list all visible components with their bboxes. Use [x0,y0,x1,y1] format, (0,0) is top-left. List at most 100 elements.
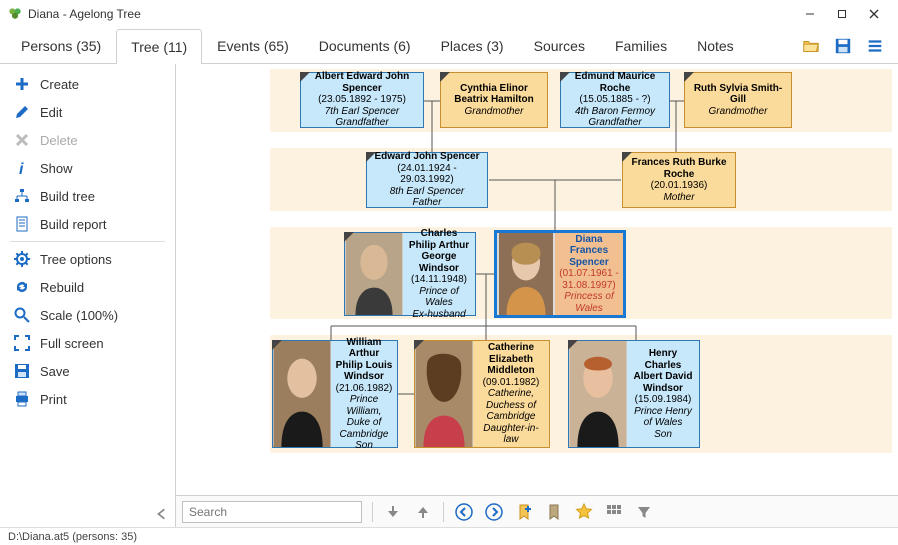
statusbar: D:\Diana.at5 (persons: 35) [0,527,898,545]
sidebar-item-tree-options[interactable]: Tree options [0,245,175,273]
sidebar-label: Full screen [40,336,104,351]
sidebar-item-build-report[interactable]: Build report [0,210,175,238]
person-relation: Son [631,429,695,441]
bookmark-add-icon[interactable] [514,502,534,522]
person-card[interactable]: Edmund Maurice Roche (15.05.1885 - ?) 4t… [560,72,670,128]
person-relation: Father [371,197,483,209]
sidebar-item-save[interactable]: Save [0,357,175,385]
person-relation: Grandmother [445,106,543,118]
person-name: Henry Charles Albert David Windsor [631,348,695,394]
person-dates: (21.06.1982) [335,383,393,395]
person-card[interactable]: Ruth Sylvia Smith-Gill Grandmother [684,72,792,128]
person-role: Prince of Wales [407,286,471,309]
titlebar: Diana - Agelong Tree [0,0,898,28]
sidebar-item-full-screen[interactable]: Full screen [0,329,175,357]
tab-families[interactable]: Families [600,28,682,63]
person-dates: (09.01.1982) [477,377,545,389]
minimize-button[interactable] [794,3,826,25]
sidebar-item-print[interactable]: Print [0,385,175,413]
filter-icon[interactable] [634,502,654,522]
person-relation: Mother [627,192,731,204]
sidebar-item-create[interactable]: Create [0,70,175,98]
tab-documents[interactable]: Documents (6) [304,28,426,63]
nav-back-icon[interactable] [454,502,474,522]
arrow-down-icon[interactable] [383,502,403,522]
grid-icon[interactable] [604,502,624,522]
star-icon[interactable] [574,502,594,522]
sidebar-label: Edit [40,105,62,120]
sidebar-item-scale[interactable]: Scale (100%) [0,301,175,329]
sidebar-item-rebuild[interactable]: Rebuild [0,273,175,301]
person-card[interactable]: Henry Charles Albert David Windsor (15.0… [568,340,700,448]
sidebar-item-edit[interactable]: Edit [0,98,175,126]
maximize-button[interactable] [826,3,858,25]
person-name: Edmund Maurice Roche [565,71,665,94]
person-relation: Grandmother [689,106,787,118]
bottom-toolbar [176,495,898,527]
app-icon [8,7,22,21]
status-text: D:\Diana.at5 (persons: 35) [8,531,137,543]
bookmark-icon[interactable] [544,502,564,522]
print-icon [14,391,30,407]
person-name: Frances Ruth Burke Roche [627,157,731,180]
person-role: 4th Baron Fermoy [565,106,665,118]
person-card[interactable]: Frances Ruth Burke Roche (20.01.1936) Mo… [622,152,736,208]
person-card[interactable]: Charles Philip Arthur George Windsor (14… [344,232,476,316]
tab-sources[interactable]: Sources [519,28,600,63]
fullscreen-icon [14,335,30,351]
person-card-focal[interactable]: Diana Frances Spencer (01.07.1961 - 31.0… [494,230,626,318]
person-card[interactable]: William Arthur Philip Louis Windsor (21.… [272,340,398,448]
save-icon [14,363,30,379]
tree-canvas[interactable]: Albert Edward John Spencer (23.05.1892 -… [176,64,898,527]
x-icon [14,132,30,148]
collapse-sidebar-icon[interactable] [155,507,169,521]
open-folder-icon[interactable] [802,37,820,55]
window-title: Diana - Agelong Tree [28,7,794,21]
person-role: Princess of Wales [559,291,619,314]
person-role: Catherine, Duchess of Cambridge [477,388,545,423]
sidebar-label: Build tree [40,189,95,204]
person-role: Prince William, Duke of Cambridge [335,394,393,440]
person-card[interactable]: Cynthia Elinor Beatrix Hamilton Grandmot… [440,72,548,128]
sidebar-label: Scale (100%) [40,308,118,323]
menu-icon[interactable] [866,37,884,55]
nav-forward-icon[interactable] [484,502,504,522]
person-name: Charles Philip Arthur George Windsor [407,228,471,274]
person-relation: Son [335,440,393,452]
arrow-up-icon[interactable] [413,502,433,522]
person-name: Albert Edward John Spencer [305,71,419,94]
person-name: Diana Frances Spencer [559,234,619,269]
sidebar-label: Rebuild [40,280,84,295]
person-card[interactable]: Albert Edward John Spencer (23.05.1892 -… [300,72,424,128]
pencil-icon [14,104,30,120]
person-name: Edward John Spencer [371,151,483,163]
tab-events[interactable]: Events (65) [202,28,304,63]
sidebar-label: Save [40,364,70,379]
person-relation: Daughter-in-law [477,423,545,446]
sidebar: Create Edit Delete i Show Build tree Bui… [0,64,176,527]
sidebar-item-show[interactable]: i Show [0,154,175,182]
gear-icon [14,251,30,267]
tab-places[interactable]: Places (3) [426,28,519,63]
person-name: Ruth Sylvia Smith-Gill [689,83,787,106]
sidebar-label: Build report [40,217,106,232]
tab-tree[interactable]: Tree (11) [116,29,202,64]
tab-persons[interactable]: Persons (35) [6,28,116,63]
person-role: 8th Earl Spencer [371,186,483,198]
person-role: 7th Earl Spencer [305,106,419,118]
close-button[interactable] [858,3,890,25]
sidebar-label: Delete [40,133,78,148]
sidebar-item-build-tree[interactable]: Build tree [0,182,175,210]
person-card[interactable]: Edward John Spencer (24.01.1924 - 29.03.… [366,152,488,208]
save-icon[interactable] [834,37,852,55]
tab-notes[interactable]: Notes [682,28,749,63]
person-card[interactable]: Catherine Elizabeth Middleton (09.01.198… [414,340,550,448]
person-dates: (01.07.1961 - 31.08.1997) [559,268,619,291]
person-name: Catherine Elizabeth Middleton [477,342,545,377]
person-role: Prince Henry of Wales [631,406,695,429]
search-input[interactable] [182,501,362,523]
magnifier-icon [14,307,30,323]
person-name: Cynthia Elinor Beatrix Hamilton [445,83,543,106]
svg-text:i: i [19,161,24,176]
person-dates: (24.01.1924 - 29.03.1992) [371,163,483,186]
